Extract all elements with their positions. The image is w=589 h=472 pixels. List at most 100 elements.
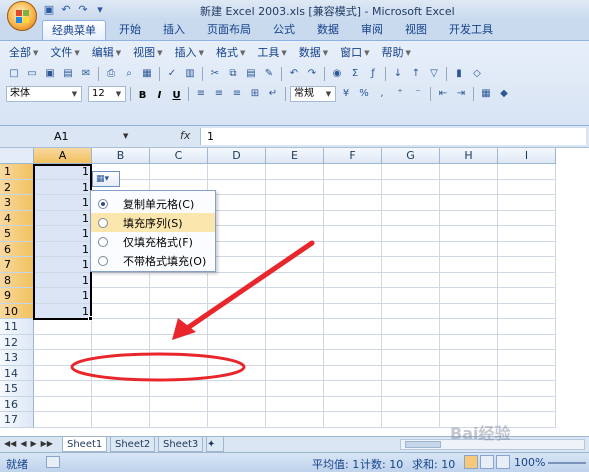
menu-help[interactable]: 帮助 ▼	[379, 45, 414, 61]
select-all-corner[interactable]	[0, 148, 34, 164]
column-header[interactable]: A	[34, 148, 92, 164]
menu-insert[interactable]: 插入 ▼	[172, 45, 207, 61]
row-header[interactable]: 17	[0, 412, 34, 428]
grid-cell[interactable]	[440, 303, 498, 319]
grid-cell[interactable]	[266, 272, 324, 288]
grid-cell[interactable]	[498, 257, 556, 273]
column-header[interactable]: H	[440, 148, 498, 164]
prev-sheet-icon[interactable]: ◀	[20, 439, 26, 448]
grid-cell[interactable]	[208, 257, 266, 273]
grid-cell[interactable]	[498, 241, 556, 257]
font-size-select[interactable]: 12 ▼	[88, 86, 126, 102]
grid-cell[interactable]	[382, 288, 440, 304]
grid-cell[interactable]	[324, 241, 382, 257]
grid-cell[interactable]	[208, 365, 266, 381]
grid-cell[interactable]	[440, 334, 498, 350]
autosum-icon[interactable]: Σ	[347, 66, 363, 82]
grid-cell[interactable]	[92, 319, 150, 335]
tab-home[interactable]: 开始	[110, 20, 150, 40]
filter-icon[interactable]: ▽	[426, 66, 442, 82]
grid-cell[interactable]	[382, 164, 440, 180]
menu-data[interactable]: 数据 ▼	[296, 45, 331, 61]
grid-cell[interactable]	[498, 195, 556, 211]
grid-cell[interactable]	[440, 226, 498, 242]
grid-cell[interactable]	[92, 334, 150, 350]
scrollbar-thumb[interactable]	[405, 441, 441, 448]
grid-cell[interactable]	[208, 396, 266, 412]
autofill-options-button[interactable]: ▦▾	[92, 171, 120, 187]
row-header[interactable]: 12	[0, 334, 34, 350]
spelling-icon[interactable]: ✓	[164, 66, 180, 82]
column-header[interactable]: E	[266, 148, 324, 164]
grid-cell[interactable]	[150, 319, 208, 335]
menu-window[interactable]: 窗口 ▼	[337, 45, 372, 61]
grid-cell[interactable]	[440, 319, 498, 335]
worksheet-grid[interactable]: A B C D E F G H I 1 1 2 1 3 1 4 1 5 1 6 1 7 1 8 1 9 1 10 1 1…	[0, 148, 589, 436]
row-header[interactable]: 14	[0, 365, 34, 381]
grid-cell[interactable]	[92, 381, 150, 397]
menu-tools[interactable]: 工具 ▼	[254, 45, 289, 61]
grid-cell[interactable]	[382, 226, 440, 242]
grid-cell[interactable]	[324, 210, 382, 226]
grid-cell[interactable]	[498, 334, 556, 350]
chart-icon[interactable]: ▮	[451, 66, 467, 82]
copy-icon[interactable]: ⧉	[225, 66, 241, 82]
grid-cell[interactable]	[208, 412, 266, 428]
column-header[interactable]: F	[324, 148, 382, 164]
grid-cell[interactable]	[208, 179, 266, 195]
grid-cell[interactable]: 1	[34, 288, 92, 304]
sort-ascending-icon[interactable]: ↓	[390, 66, 406, 82]
grid-cell[interactable]	[266, 412, 324, 428]
grid-cell[interactable]: 1	[34, 195, 92, 211]
grid-cell[interactable]	[498, 381, 556, 397]
grid-cell[interactable]	[382, 319, 440, 335]
hyperlink-icon[interactable]: ◉	[329, 66, 345, 82]
grid-cell[interactable]	[498, 210, 556, 226]
format-painter-icon[interactable]: ✎	[261, 66, 277, 82]
autofill-option-fill-without-formatting[interactable]: 不带格式填充(O)	[91, 251, 215, 270]
grid-cell[interactable]	[382, 210, 440, 226]
grid-cell[interactable]	[382, 195, 440, 211]
open-folder-icon[interactable]: ▭	[24, 66, 40, 82]
grid-cell[interactable]	[440, 257, 498, 273]
grid-cell[interactable]	[440, 396, 498, 412]
fill-handle[interactable]	[88, 316, 93, 321]
menu-format[interactable]: 格式 ▼	[213, 45, 248, 61]
grid-cell[interactable]	[440, 350, 498, 366]
research-book-icon[interactable]: ▥	[182, 66, 198, 82]
column-header[interactable]: B	[92, 148, 150, 164]
grid-cell[interactable]	[324, 350, 382, 366]
increase-decimal-icon[interactable]: ⁺	[392, 86, 408, 102]
borders-icon[interactable]: ▦	[478, 86, 494, 102]
tab-developer[interactable]: 开发工具	[440, 20, 502, 40]
row-header[interactable]: 6	[0, 241, 34, 257]
sheet-tab-sheet1[interactable]: Sheet1	[62, 437, 108, 452]
grid-cell[interactable]	[382, 334, 440, 350]
grid-cell[interactable]	[440, 365, 498, 381]
page-layout-view-icon[interactable]	[480, 455, 494, 469]
tab-classic-menu[interactable]: 经典菜单	[42, 20, 106, 40]
italic-button[interactable]: I	[152, 87, 167, 102]
grid-cell[interactable]	[34, 412, 92, 428]
tab-insert[interactable]: 插入	[154, 20, 194, 40]
grid-cell[interactable]	[382, 303, 440, 319]
number-format-select[interactable]: 常规 ▼	[290, 86, 336, 102]
comma-style-icon[interactable]: ,	[374, 86, 390, 102]
name-box[interactable]: A1	[4, 128, 124, 145]
next-sheet-icon[interactable]: ▶	[30, 439, 36, 448]
grid-cell[interactable]	[266, 210, 324, 226]
grid-cell[interactable]	[382, 381, 440, 397]
grid-cell[interactable]	[498, 350, 556, 366]
grid-cell[interactable]	[150, 396, 208, 412]
drawing-icon[interactable]: ◇	[469, 66, 485, 82]
row-header[interactable]: 7	[0, 257, 34, 273]
currency-icon[interactable]: ¥	[338, 86, 354, 102]
grid-cell[interactable]	[382, 365, 440, 381]
row-header[interactable]: 11	[0, 319, 34, 335]
grid-cell[interactable]	[440, 241, 498, 257]
row-header[interactable]: 8	[0, 272, 34, 288]
grid-cell[interactable]	[34, 365, 92, 381]
grid-cell[interactable]	[324, 412, 382, 428]
row-header[interactable]: 15	[0, 381, 34, 397]
row-header[interactable]: 1	[0, 164, 34, 180]
